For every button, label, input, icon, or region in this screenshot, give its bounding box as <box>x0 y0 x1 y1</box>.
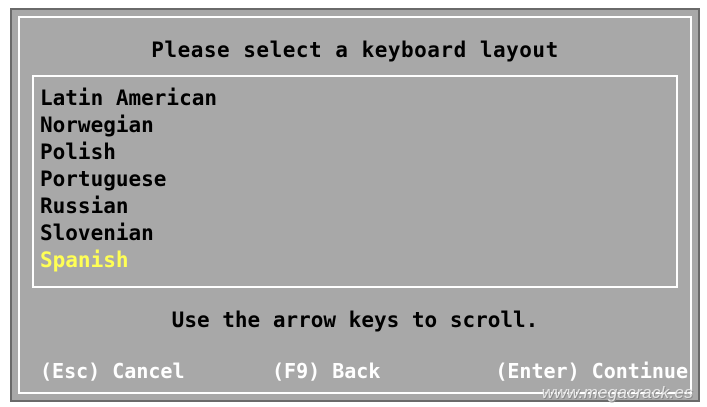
layout-list[interactable]: Latin American Norwegian Polish Portugue… <box>34 77 676 274</box>
continue-button[interactable]: (Enter) Continue <box>495 359 688 383</box>
dialog-title: Please select a keyboard layout <box>151 38 559 62</box>
layout-item[interactable]: Latin American <box>40 85 676 112</box>
back-button[interactable]: (F9) Back <box>272 359 380 383</box>
cancel-button[interactable]: (Esc) Cancel <box>40 359 185 383</box>
layout-item[interactable]: Slovenian <box>40 220 676 247</box>
layout-item[interactable]: Polish <box>40 139 676 166</box>
layout-item-selected[interactable]: Spanish <box>40 247 676 274</box>
watermark: www.megacrack.es <box>541 383 693 402</box>
layout-item[interactable]: Norwegian <box>40 112 676 139</box>
layout-item[interactable]: Russian <box>40 193 676 220</box>
scroll-hint: Use the arrow keys to scroll. <box>171 308 539 332</box>
layout-item[interactable]: Portuguese <box>40 166 676 193</box>
layout-list-box[interactable]: Latin American Norwegian Polish Portugue… <box>32 75 678 288</box>
keyboard-layout-dialog: Please select a keyboard layout Latin Am… <box>10 8 700 402</box>
